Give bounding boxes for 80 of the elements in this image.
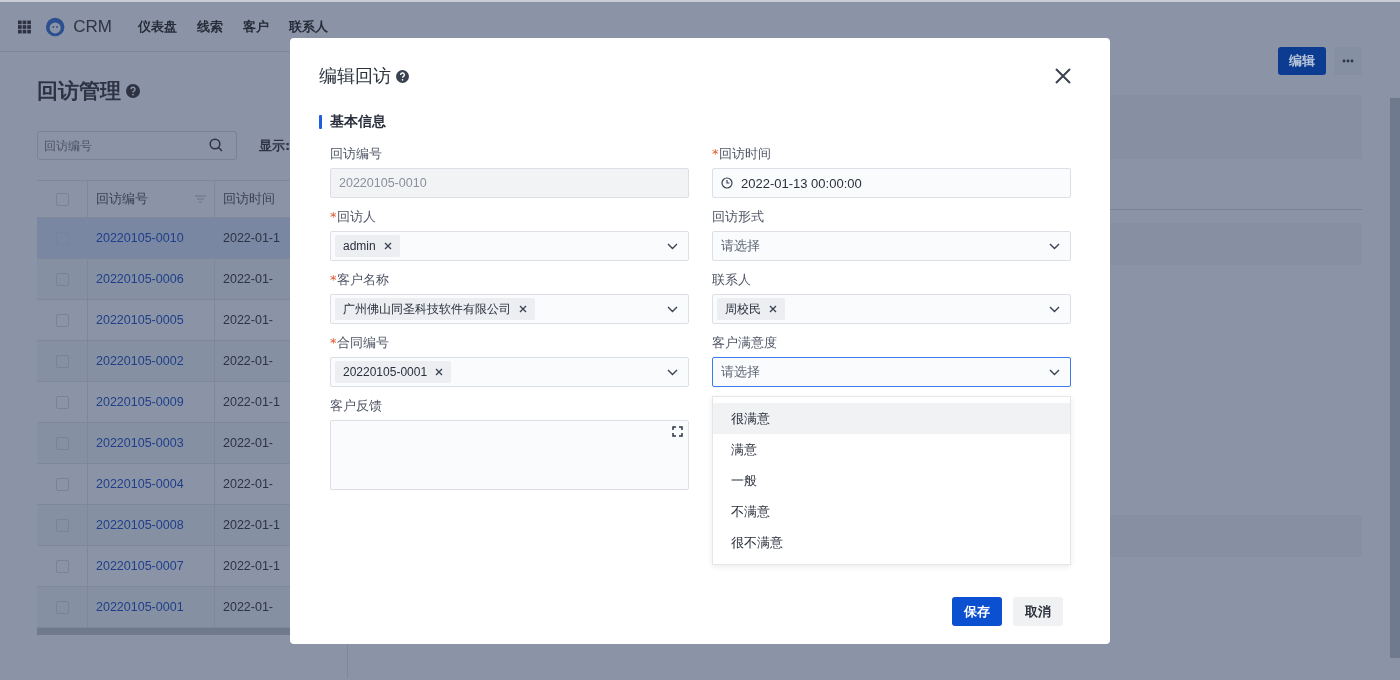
field-label: *回访时间 (712, 145, 772, 163)
expand-icon[interactable] (672, 426, 683, 437)
tag-label: 20220105-0001 (343, 365, 428, 379)
table-cell: 2022-01- (223, 272, 274, 286)
record-link[interactable]: 20220105-0007 (96, 559, 184, 573)
chevron-down-icon (1049, 242, 1060, 250)
table-cell: 2022-01- (223, 600, 274, 614)
dropdown-option[interactable]: 很不满意 (713, 527, 1070, 558)
close-icon[interactable] (1055, 68, 1071, 84)
clock-icon (721, 177, 733, 189)
dropdown-option[interactable]: 不满意 (713, 496, 1070, 527)
chevron-down-icon (667, 368, 678, 376)
app-name: CRM (73, 16, 112, 37)
more-icon (1342, 59, 1354, 63)
dropdown-option[interactable]: 很满意 (713, 403, 1070, 434)
record-link[interactable]: 20220105-0009 (96, 395, 184, 409)
table-cell: 2022-01- (223, 354, 274, 368)
nav-link[interactable]: 线索 (197, 17, 223, 36)
tag-label: 广州佛山同圣科技软件有限公司 (343, 300, 511, 318)
section-title: 基本信息 (330, 113, 386, 131)
display-label: 显示: (259, 136, 291, 155)
column-header: 回访编号 (96, 190, 148, 208)
select-field[interactable]: 20220105-0001 (330, 357, 689, 387)
cancel-button[interactable]: 取消 (1013, 597, 1063, 626)
table-cell: 2022-01-1 (223, 559, 280, 573)
nav-link[interactable]: 客户 (243, 17, 269, 36)
record-link[interactable]: 20220105-0006 (96, 272, 184, 286)
dropdown-option[interactable]: 满意 (713, 434, 1070, 465)
table-cell: 2022-01-1 (223, 518, 280, 532)
chevron-down-icon (1049, 305, 1060, 313)
more-button[interactable] (1334, 47, 1362, 75)
logo-icon (44, 15, 66, 38)
nav-link[interactable]: 联系人 (289, 17, 328, 36)
column-header: 回访时间 (223, 190, 275, 208)
tag-label: admin (343, 239, 376, 253)
remove-icon[interactable] (769, 305, 777, 313)
dropdown-option[interactable]: 一般 (713, 465, 1070, 496)
field-label: 客户反馈 (330, 397, 383, 415)
select-field[interactable]: 请选择 (712, 357, 1071, 387)
record-link[interactable]: 20220105-0003 (96, 436, 184, 450)
field-label: *客户名称 (330, 271, 390, 289)
field-label: 客户满意度 (712, 334, 778, 352)
record-link[interactable]: 20220105-0004 (96, 477, 184, 491)
select-field[interactable]: 周校民 (712, 294, 1071, 324)
scrollbar[interactable] (1390, 98, 1400, 658)
select-field[interactable]: admin (330, 231, 689, 261)
table-cell: 2022-01- (223, 477, 274, 491)
select-field[interactable]: 请选择 (712, 231, 1071, 261)
field-label: *回访人 (330, 208, 377, 226)
table-cell: 2022-01- (223, 436, 274, 450)
record-link[interactable]: 20220105-0002 (96, 354, 184, 368)
record-link[interactable]: 20220105-0005 (96, 313, 184, 327)
save-button[interactable]: 保存 (952, 597, 1002, 626)
help-icon[interactable] (396, 69, 409, 83)
table-cell: 2022-01- (223, 313, 274, 327)
tag-label: 周校民 (725, 300, 761, 318)
nav-link[interactable]: 仪表盘 (138, 17, 177, 36)
remove-icon[interactable] (519, 305, 527, 313)
field-label: *合同编号 (330, 334, 390, 352)
chevron-down-icon (667, 242, 678, 250)
dialog-title: 编辑回访 (319, 64, 391, 88)
remove-icon[interactable] (383, 242, 392, 250)
edit-button[interactable]: 编辑 (1278, 47, 1326, 75)
table-cell: 2022-01-1 (223, 231, 280, 245)
search-field[interactable]: 回访编号 (37, 131, 237, 160)
record-link[interactable]: 20220105-0001 (96, 600, 184, 614)
chevron-down-icon (1049, 368, 1060, 376)
field-label: 回访形式 (712, 208, 765, 226)
remove-icon[interactable] (435, 368, 444, 376)
select-field[interactable]: 广州佛山同圣科技软件有限公司 (330, 294, 689, 324)
help-icon[interactable] (126, 84, 140, 98)
field-label: 回访编号 (330, 145, 383, 163)
field-label: 联系人 (712, 271, 752, 289)
search-icon[interactable] (209, 138, 223, 152)
table-cell: 2022-01-1 (223, 395, 280, 409)
chevron-down-icon (667, 305, 678, 313)
record-link[interactable]: 20220105-0008 (96, 518, 184, 532)
date-field[interactable]: 2022-01-13 00:00:00 (712, 168, 1071, 198)
page-title: 回访管理 (37, 78, 121, 105)
apps-grid-icon[interactable] (18, 19, 31, 34)
